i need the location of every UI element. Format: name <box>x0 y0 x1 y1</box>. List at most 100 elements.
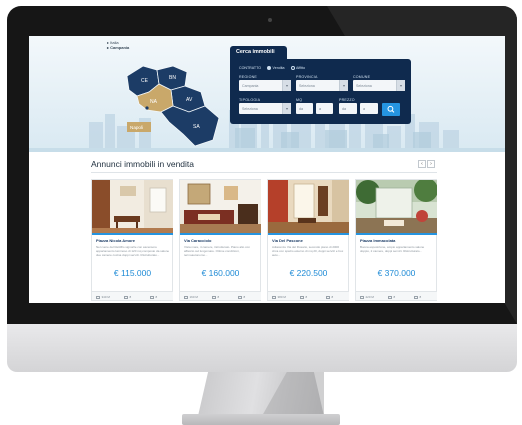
terrace-photo[interactable] <box>356 180 437 233</box>
listing-price: € 160.000 <box>201 268 240 278</box>
photo-accent-bar <box>92 233 173 235</box>
feature-baths: 8 <box>326 295 333 299</box>
prezzo-label: PREZZO <box>339 98 355 102</box>
contract-row: CONTRATTO Vendita Affitto <box>239 66 305 71</box>
mq-to-select[interactable]: a <box>316 103 333 114</box>
carousel-next-button[interactable]: › <box>427 160 435 168</box>
provincia-select[interactable]: Seleziona <box>296 80 348 91</box>
tipologia-select[interactable]: Seleziona <box>239 103 291 114</box>
comune-label: COMUNE <box>353 75 371 79</box>
listing-description: Adiacenze Via del Rosario, secondo piano… <box>272 245 344 257</box>
radio-affitto[interactable]: Affitto <box>290 66 305 71</box>
bath-icon <box>414 295 418 299</box>
listing-title[interactable]: Via Del Pascone <box>272 238 303 243</box>
chevron-down-icon <box>396 80 405 91</box>
feature-area: 220 M <box>360 295 374 299</box>
comune-select[interactable]: Seleziona <box>353 80 405 91</box>
listing-description: Vista mare, 4 camere, ristrutturato. Pia… <box>184 245 250 257</box>
search-button[interactable] <box>382 103 400 116</box>
feature-rooms: 8 <box>388 295 395 299</box>
area-icon <box>184 295 188 299</box>
section-divider <box>91 172 437 173</box>
monitor-foot <box>182 414 340 425</box>
feature-area: 160 M <box>184 295 198 299</box>
listing-features: 160 M 8 8 <box>180 291 261 300</box>
map-label-bn: BN <box>169 75 176 81</box>
search-panel-title: Cerca immobili <box>230 46 287 59</box>
area-icon <box>360 295 364 299</box>
feature-baths: 8 <box>414 295 421 299</box>
photo-accent-bar <box>356 233 437 235</box>
listing-price: € 115.000 <box>113 268 152 278</box>
living-room-photo[interactable] <box>180 180 261 233</box>
listing-card[interactable]: Via Caracciolo Vista mare, 4 camere, ris… <box>179 179 261 301</box>
breadcrumb-campania[interactable]: ▸ Campania <box>107 45 129 50</box>
provincia-label: PROVINCIA <box>296 75 318 79</box>
tipologia-label: TIPOLOGIA <box>239 98 261 102</box>
listing-price: € 370.000 <box>377 268 416 278</box>
feature-area: 340 M <box>96 295 110 299</box>
map-label-na: NA <box>150 99 158 105</box>
area-icon <box>272 295 276 299</box>
map-callout-label: Napoli <box>130 125 143 130</box>
feature-baths: 8 <box>150 295 157 299</box>
map-pin-icon <box>145 106 149 110</box>
feature-rooms: 8 <box>300 295 307 299</box>
listing-card[interactable]: Piazza Nicola Amore Nel cuore del Rettif… <box>91 179 173 301</box>
chevron-down-icon <box>282 103 291 114</box>
listing-card[interactable]: Via Del Pascone Adiacenze Via del Rosari… <box>267 179 349 301</box>
listing-description: Nel cuore del Rettifilo signorile con as… <box>96 245 170 257</box>
radio-checked-icon <box>267 66 272 71</box>
imac-mockup: ▸ Italia ▸ Campania CE BN AV NA SA Napol… <box>0 0 522 425</box>
listing-title[interactable]: Piazza Nicola Amore <box>96 238 135 243</box>
search-panel: CONTRATTO Vendita Affitto REGIONE Campan… <box>230 59 411 124</box>
listing-features: 380 M 8 8 <box>268 291 349 300</box>
listing-price: € 220.500 <box>289 268 328 278</box>
photo-accent-bar <box>268 233 349 235</box>
website-screen: ▸ Italia ▸ Campania CE BN AV NA SA Napol… <box>29 36 505 303</box>
bed-icon <box>388 295 392 299</box>
listing-features: 220 M 8 8 <box>356 291 437 300</box>
map-label-sa: SA <box>193 124 200 130</box>
breadcrumb: ▸ Italia ▸ Campania <box>107 40 129 50</box>
mq-label: MQ <box>296 98 303 102</box>
area-icon <box>96 295 100 299</box>
regione-select[interactable]: Campania <box>239 80 291 91</box>
hero-divider <box>29 148 505 152</box>
radio-unchecked-icon <box>290 66 295 71</box>
radio-vendita[interactable]: Vendita <box>267 66 285 71</box>
mq-from-select[interactable]: da <box>296 103 313 114</box>
feature-rooms: 8 <box>124 295 131 299</box>
prezzo-to-select[interactable]: a <box>360 103 378 114</box>
bath-icon <box>238 295 242 299</box>
bath-icon <box>326 295 330 299</box>
monitor-chin <box>7 324 517 372</box>
listing-description: Buona esposizione, ampio appartamento sa… <box>360 245 425 253</box>
hallway-photo[interactable] <box>268 180 349 233</box>
listing-title[interactable]: Via Caracciolo <box>184 238 212 243</box>
chevron-down-icon <box>282 80 291 91</box>
bed-icon <box>212 295 216 299</box>
hero-banner: ▸ Italia ▸ Campania CE BN AV NA SA Napol… <box>29 36 505 152</box>
bath-icon <box>150 295 154 299</box>
prezzo-from-select[interactable]: da <box>339 103 357 114</box>
listing-features: 340 M 8 8 <box>92 291 173 300</box>
province-salerno[interactable] <box>160 105 220 147</box>
camera-icon <box>268 18 272 22</box>
bed-icon <box>300 295 304 299</box>
carousel-prev-button[interactable]: ‹ <box>418 160 426 168</box>
feature-rooms: 8 <box>212 295 219 299</box>
map-label-av: AV <box>186 97 193 103</box>
chevron-down-icon <box>339 80 348 91</box>
apartment-interior-photo[interactable] <box>92 180 173 233</box>
map-label-ce: CE <box>141 78 149 84</box>
feature-baths: 8 <box>238 295 245 299</box>
listings-section-title: Annunci immobili in vendita <box>91 159 194 169</box>
regione-label: REGIONE <box>239 75 257 79</box>
feature-area: 380 M <box>272 295 286 299</box>
photo-accent-bar <box>180 233 261 235</box>
listing-card[interactable]: Piazza Immacolata Buona esposizione, amp… <box>355 179 437 301</box>
listing-title[interactable]: Piazza Immacolata <box>360 238 395 243</box>
contract-label: CONTRATTO <box>239 66 262 71</box>
search-icon <box>387 105 395 113</box>
